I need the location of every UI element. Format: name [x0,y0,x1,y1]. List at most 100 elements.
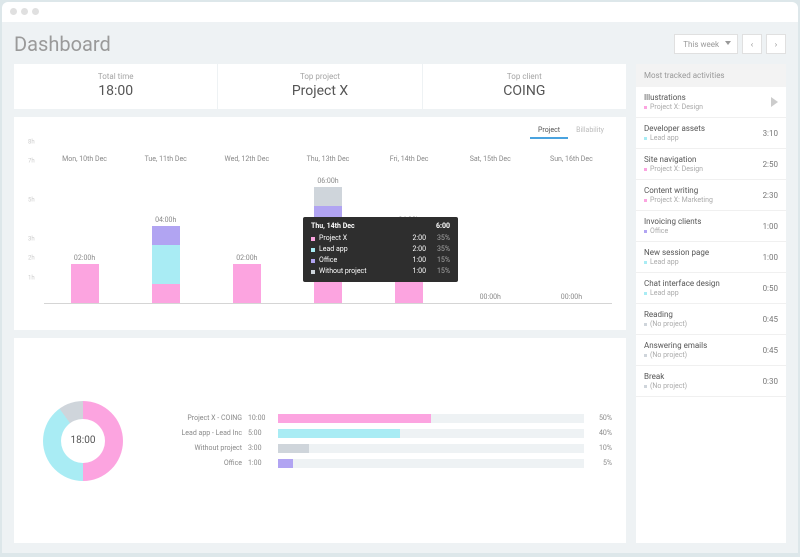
play-icon[interactable] [771,97,778,107]
activity-item[interactable]: Reading(No project)0:45 [636,304,786,335]
app-window: Dashboard This week ‹ › Total time 18:00 [2,2,798,553]
tooltip-row-name: Office [319,255,400,266]
activity-time: 1:00 [763,222,778,231]
y-tick-label: 5h [28,197,35,204]
activity-item[interactable]: Invoicing clientsOffice 1:00 [636,211,786,242]
breakdown-track [278,459,584,468]
y-axis-labels: 1h2h3h5h7h8h [28,149,42,304]
breakdown-panel: 18:00 Project X - COING10:0050%Lead app … [14,338,626,543]
activity-time: 0:30 [763,377,778,386]
breakdown-fill [278,414,431,423]
breakdown-fill [278,429,400,438]
y-tick-label: 2h [28,255,35,262]
summary-value: 18:00 [14,83,217,99]
summary-value: COING [423,83,626,99]
activity-time: 1:00 [763,253,778,262]
period-label: This week [683,40,719,49]
bar-column[interactable]: 02:00h [44,149,125,303]
bar-segment [314,187,342,206]
chevron-down-icon [725,41,731,45]
activity-time: 2:30 [763,191,778,200]
breakdown-name: Office [152,459,242,467]
activity-item[interactable]: Answering emails(No project)0:45 [636,335,786,366]
breakdown-track [278,444,584,453]
activity-sub: (No project) [644,320,687,328]
legend-swatch-icon [311,237,315,241]
tooltip-row-value: 2:00 [404,244,426,255]
tooltip-row-pct: 15% [430,266,450,277]
titlebar [2,2,798,22]
bar-column[interactable]: 04:00h [125,149,206,303]
window-dot [32,8,39,15]
header-controls: This week ‹ › [674,34,786,54]
summary-value: Project X [218,83,421,99]
activity-item[interactable]: Break(No project)0:30 [636,366,786,397]
summary-label: Top client [423,72,626,81]
tooltip-row-name: Project X [319,233,400,244]
activity-title: Content writing [644,186,713,195]
activity-title: Invoicing clients [644,217,701,226]
breakdown-name: Lead app - Lead Inc [152,429,242,437]
tooltip-row: Without project1:0015% [311,266,450,277]
activity-item[interactable]: Content writingProject X: Marketing2:30 [636,180,786,211]
bar-total-label: 06:00h [317,177,338,185]
donut-chart: 18:00 [43,401,123,481]
activity-title: Illustrations [644,93,703,102]
breakdown-value: 10:00 [248,414,272,422]
activity-time: 0:45 [763,346,778,355]
bullet-icon [644,323,647,326]
activity-sub: Project X: Design [644,165,703,173]
breakdown-track [278,414,584,423]
bar-column[interactable]: 00:00h [450,149,531,303]
activity-sub: Lead app [644,258,709,266]
tooltip-row-pct: 35% [430,244,450,255]
bullet-icon [644,137,647,140]
bar-segment [152,226,180,245]
bar-segment [152,284,180,303]
period-select[interactable]: This week [674,34,738,54]
tab-project[interactable]: Project [530,123,568,139]
activity-time: 2:50 [763,160,778,169]
bullet-icon [644,385,647,388]
chart-tabs: Project Billability [530,123,612,139]
summary-top-client: Top client COING [423,64,626,109]
activity-item[interactable]: IllustrationsProject X: Design [636,87,786,118]
activity-time: 0:50 [763,284,778,293]
y-tick-label: 8h [28,139,35,146]
activity-item[interactable]: New session pageLead app 1:00 [636,242,786,273]
bar-segment [71,264,99,303]
activity-item[interactable]: Developer assetsLead app3:10 [636,118,786,149]
tooltip-row-pct: 35% [430,233,450,244]
next-button[interactable]: › [766,34,786,54]
breakdown-name: Without project [152,444,242,452]
y-tick-label: 7h [28,158,35,165]
prev-button[interactable]: ‹ [742,34,762,54]
activity-title: New session page [644,248,709,257]
activity-sub: Lead app [644,289,720,297]
activity-title: Reading [644,310,687,319]
breakdown-row: Without project3:0010% [152,444,612,453]
breakdown-name: Project X - COING [152,414,242,422]
bar-total-label: 04:00h [155,216,176,224]
activity-title: Developer assets [644,124,705,133]
activity-sub: Office [644,227,701,235]
tooltip-row-pct: 15% [430,255,450,266]
bar-column[interactable]: 02:00h [206,149,287,303]
activity-item[interactable]: Chat interface designLead app0:50 [636,273,786,304]
main-column: Total time 18:00 Top project Project X T… [14,64,626,543]
tab-billability[interactable]: Billability [568,123,612,139]
breakdown-row: Office1:005% [152,459,612,468]
activity-item[interactable]: Site navigationProject X: Design2:50 [636,149,786,180]
breakdown-track [278,429,584,438]
breakdown-pct: 10% [590,444,612,452]
tooltip-total: 6:00 [436,222,450,230]
bar-chart: 1h2h3h5h7h8h 02:00h04:00h02:00h06:00h04:… [28,149,612,324]
bar-column[interactable]: 00:00h [531,149,612,303]
app-body: Dashboard This week ‹ › Total time 18:00 [2,22,798,553]
tooltip-row: Project X2:0035% [311,233,450,244]
breakdown-fill [278,444,309,453]
legend-swatch-icon [311,259,315,263]
chart-tooltip: Thu, 14th Dec 6:00 Project X2:0035%Lead … [303,217,458,282]
breakdown-bars: Project X - COING10:0050%Lead app - Lead… [152,348,612,533]
breakdown-value: 5:00 [248,429,272,437]
